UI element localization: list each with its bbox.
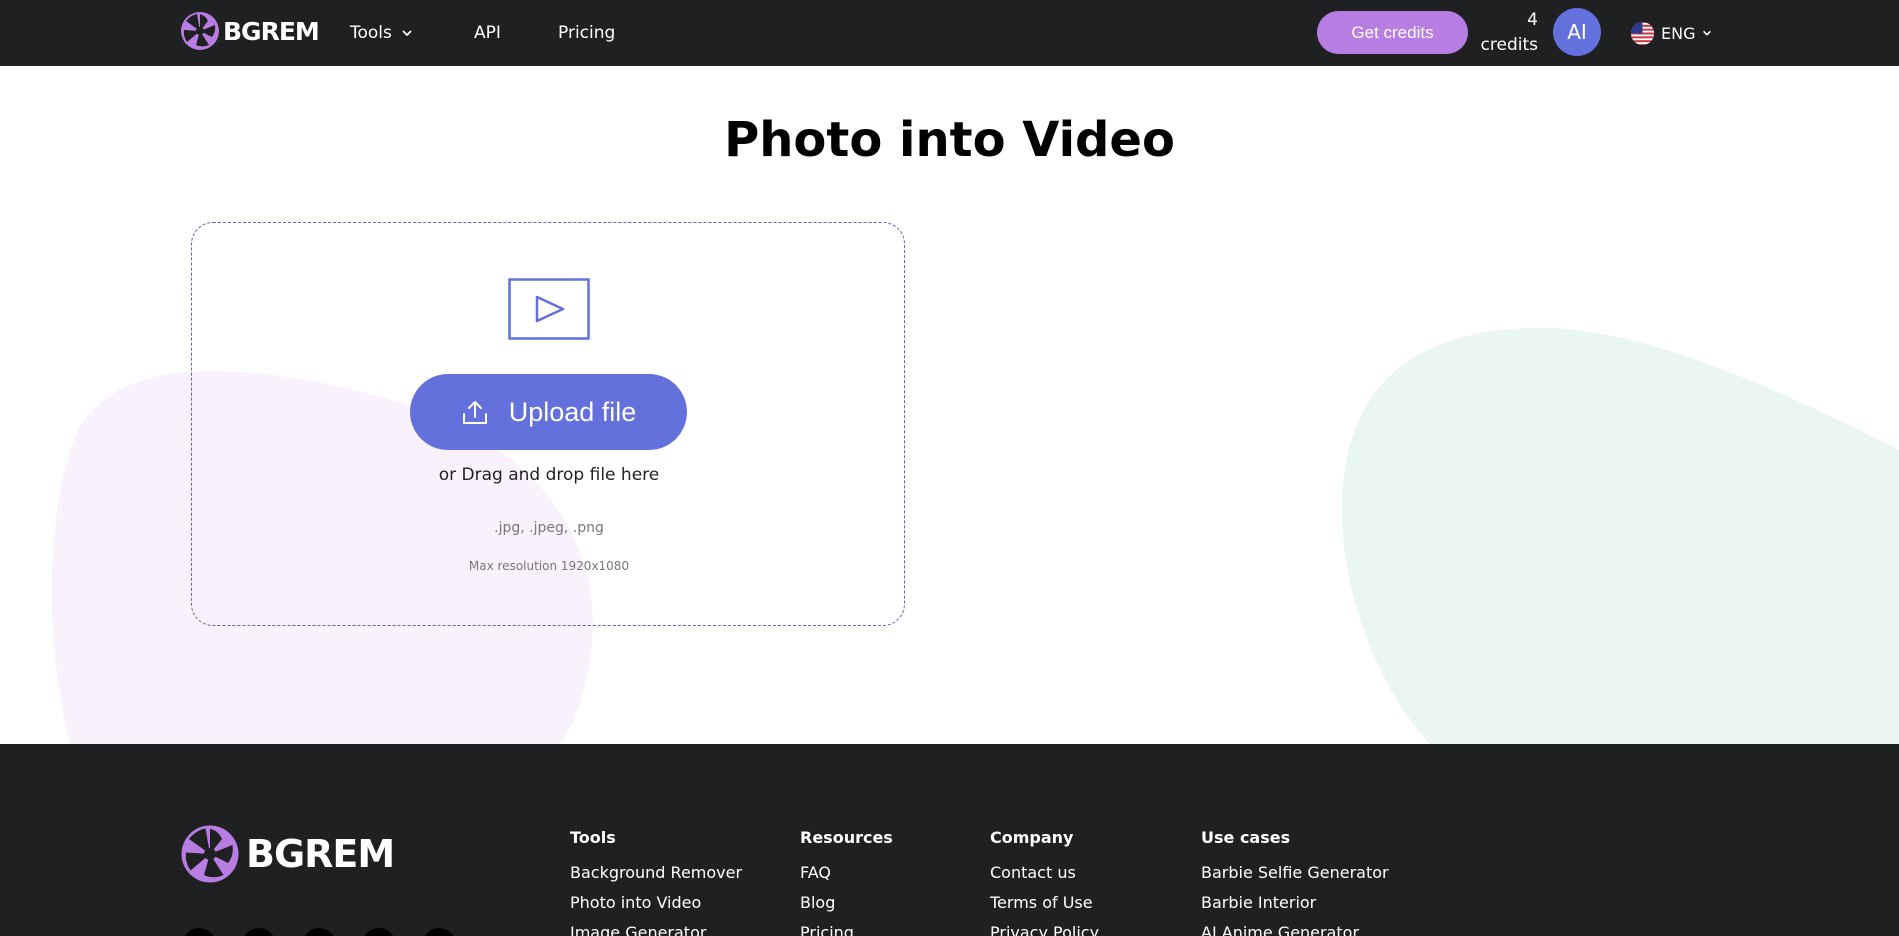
footer-link[interactable]: Contact us <box>990 858 1099 888</box>
footer-link[interactable]: Blog <box>800 888 893 918</box>
footer-logo[interactable]: BGREM <box>180 824 395 884</box>
footer-column-company: Company Contact us Terms of Use Privacy … <box>990 828 1099 936</box>
footer-link[interactable]: Background Remover <box>570 858 742 888</box>
footer-heading: Company <box>990 828 1074 847</box>
social-icon[interactable] <box>362 928 396 936</box>
footer-link[interactable]: Image Generator <box>570 918 742 936</box>
footer-column-tools: Tools Background Remover Photo into Vide… <box>570 828 742 936</box>
social-icon[interactable] <box>242 928 276 936</box>
nav-pricing-label: Pricing <box>558 23 616 43</box>
footer-heading: Use cases <box>1201 828 1291 847</box>
language-label: ENG <box>1661 23 1696 43</box>
us-flag-icon <box>1630 21 1655 45</box>
user-avatar[interactable]: AI <box>1553 8 1601 56</box>
chevron-down-icon <box>1703 30 1712 36</box>
max-resolution-note: Max resolution 1920x1080 <box>468 559 630 573</box>
decorative-blob-mint <box>1341 327 1899 744</box>
footer-column-use-cases: Use cases Barbie Selfie Generator Barbie… <box>1201 828 1389 936</box>
social-icon[interactable] <box>302 928 336 936</box>
top-navbar: BGREM Tools API Pricing Get credits 4 cr… <box>0 0 1899 66</box>
header-logo[interactable]: BGREM <box>180 11 320 51</box>
upload-icon <box>462 401 487 424</box>
upload-file-button[interactable]: Upload file <box>410 374 687 450</box>
aperture-logo-icon <box>181 825 239 883</box>
footer-link[interactable]: Photo into Video <box>570 888 742 918</box>
nav-pricing[interactable]: Pricing <box>558 0 615 66</box>
nav-api[interactable]: API <box>474 0 501 66</box>
footer-link[interactable]: Pricing <box>800 918 893 936</box>
footer-link[interactable]: FAQ <box>800 858 893 888</box>
get-credits-button[interactable]: Get credits <box>1317 11 1468 54</box>
footer-heading: Tools <box>570 828 616 847</box>
social-icon[interactable] <box>182 928 216 936</box>
accepted-formats: .jpg, .jpeg, .png <box>494 520 604 536</box>
footer-link[interactable]: Barbie Selfie Generator <box>1201 858 1389 888</box>
footer: BGREM Tools Background Remover Photo int… <box>0 744 1899 936</box>
logo-text: BGREM <box>223 16 320 46</box>
language-selector[interactable]: ENG <box>1630 0 1713 66</box>
social-icon[interactable] <box>422 928 456 936</box>
chevron-down-icon <box>402 30 412 37</box>
page-title: Photo into Video <box>724 112 1175 168</box>
nav-tools[interactable]: Tools <box>350 0 414 66</box>
footer-link[interactable]: Barbie Interior <box>1201 888 1389 918</box>
credits-counter: 4 credits <box>1478 8 1538 58</box>
footer-logo-text: BGREM <box>246 832 395 876</box>
footer-column-resources: Resources FAQ Blog Pricing <box>800 828 893 936</box>
footer-link[interactable]: Terms of Use <box>990 888 1099 918</box>
nav-api-label: API <box>474 23 501 43</box>
upload-dropzone[interactable]: Upload file or Drag and drop file here .… <box>191 222 905 626</box>
aperture-logo-icon <box>181 12 219 50</box>
drag-drop-hint: or Drag and drop file here <box>438 465 660 485</box>
credits-count: 4 <box>1527 10 1538 30</box>
footer-link[interactable]: AI Anime Generator <box>1201 918 1389 936</box>
footer-heading: Resources <box>800 828 893 847</box>
nav-tools-label: Tools <box>350 23 392 43</box>
footer-link[interactable]: Privacy Policy <box>990 918 1099 936</box>
credits-label: credits <box>1480 35 1538 55</box>
upload-button-label: Upload file <box>508 396 637 427</box>
video-play-icon <box>508 278 590 340</box>
